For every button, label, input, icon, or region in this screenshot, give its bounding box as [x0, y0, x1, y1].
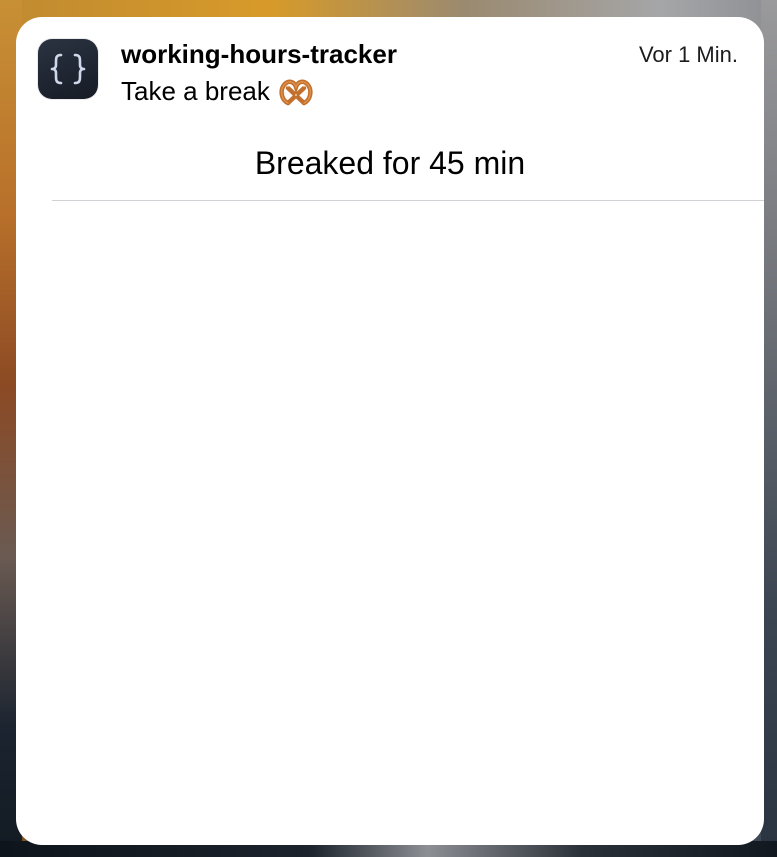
curly-braces-icon [50, 53, 86, 85]
pretzel-emoji-icon [279, 79, 313, 106]
divider [52, 200, 764, 201]
notification-title: Take a break [121, 75, 313, 107]
app-name: working-hours-tracker [121, 39, 397, 69]
notification-title-text: Take a break [121, 76, 270, 106]
notification-body: Breaked for 45 min [254, 145, 526, 181]
notification-timestamp: Vor 1 Min. [638, 42, 738, 67]
notification-card[interactable]: working-hours-tracker Vor 1 Min. Take a … [16, 17, 764, 845]
app-icon[interactable] [38, 39, 98, 99]
